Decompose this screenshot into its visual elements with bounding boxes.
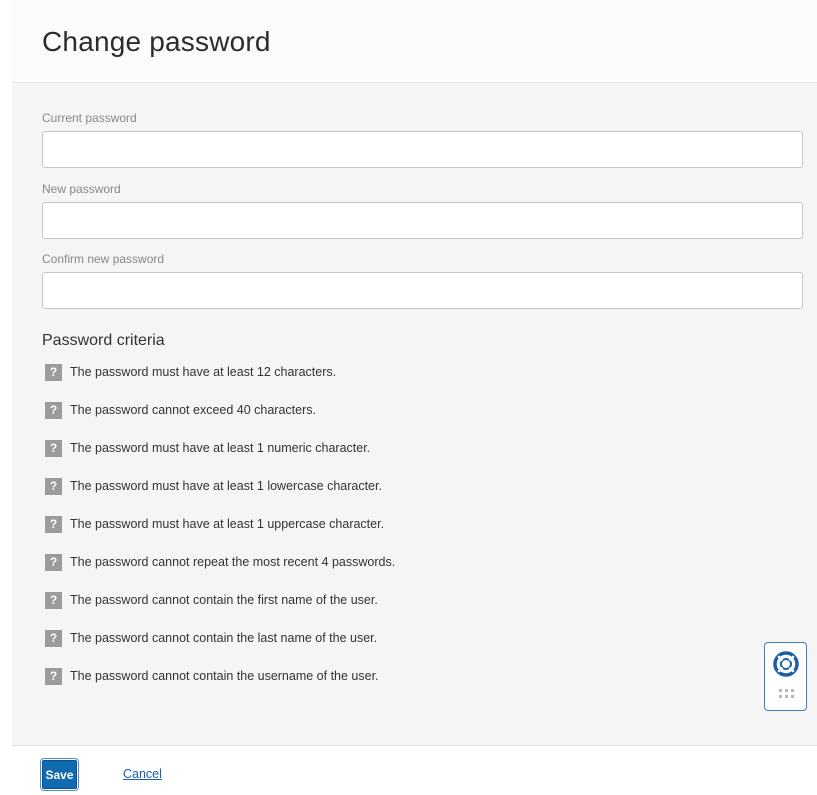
question-mark-icon: ? [45, 668, 62, 685]
criteria-text: The password must have at least 1 numeri… [70, 441, 371, 455]
criteria-item: ? The password cannot repeat the most re… [45, 554, 395, 592]
criteria-item: ? The password cannot exceed 40 characte… [45, 402, 395, 440]
change-password-page: Change password Current password New pas… [0, 0, 817, 795]
cancel-link[interactable]: Cancel [123, 767, 162, 781]
criteria-text: The password cannot repeat the most rece… [70, 555, 396, 569]
current-password-label: Current password [42, 111, 137, 125]
question-mark-icon: ? [45, 440, 62, 457]
page-header: Change password [12, 0, 817, 83]
form-panel: Current password New password Confirm ne… [12, 83, 817, 745]
current-password-field: Current password [42, 110, 803, 168]
confirm-password-label: Confirm new password [42, 252, 165, 266]
new-password-field: New password [42, 181, 803, 239]
new-password-label: New password [42, 182, 121, 196]
criteria-text: The password cannot contain the username… [70, 669, 379, 683]
criteria-text: The password must have at least 1 upperc… [70, 517, 385, 531]
question-mark-icon: ? [45, 516, 62, 533]
question-mark-icon: ? [45, 364, 62, 381]
confirm-password-input[interactable] [42, 272, 803, 309]
password-criteria-list: ? The password must have at least 12 cha… [45, 364, 395, 706]
lifebuoy-icon [773, 651, 799, 677]
question-mark-icon: ? [45, 554, 62, 571]
help-widget-button[interactable] [764, 642, 807, 711]
confirm-password-field: Confirm new password [42, 251, 803, 309]
save-button[interactable]: Save [42, 760, 77, 789]
criteria-item: ? The password must have at least 1 lowe… [45, 478, 395, 516]
page-title: Change password [42, 26, 271, 57]
current-password-input[interactable] [42, 131, 803, 168]
password-criteria-heading: Password criteria [42, 332, 165, 349]
criteria-text: The password cannot exceed 40 characters… [70, 403, 316, 417]
criteria-text: The password must have at least 1 lowerc… [70, 479, 382, 493]
criteria-text: The password cannot contain the last nam… [70, 631, 378, 645]
criteria-item: ? The password cannot contain the last n… [45, 630, 395, 668]
new-password-input[interactable] [42, 202, 803, 239]
question-mark-icon: ? [45, 402, 62, 419]
question-mark-icon: ? [45, 592, 62, 609]
question-mark-icon: ? [45, 630, 62, 647]
criteria-item: ? The password must have at least 1 nume… [45, 440, 395, 478]
question-mark-icon: ? [45, 478, 62, 495]
criteria-item: ? The password must have at least 1 uppe… [45, 516, 395, 554]
criteria-text: The password cannot contain the first na… [70, 593, 378, 607]
criteria-text: The password must have at least 12 chara… [70, 365, 337, 379]
drag-handle-icon[interactable] [779, 688, 795, 700]
form-footer: Save Cancel [12, 745, 817, 795]
criteria-item: ? The password cannot contain the first … [45, 592, 395, 630]
criteria-item: ? The password cannot contain the userna… [45, 668, 395, 706]
criteria-item: ? The password must have at least 12 cha… [45, 364, 395, 402]
